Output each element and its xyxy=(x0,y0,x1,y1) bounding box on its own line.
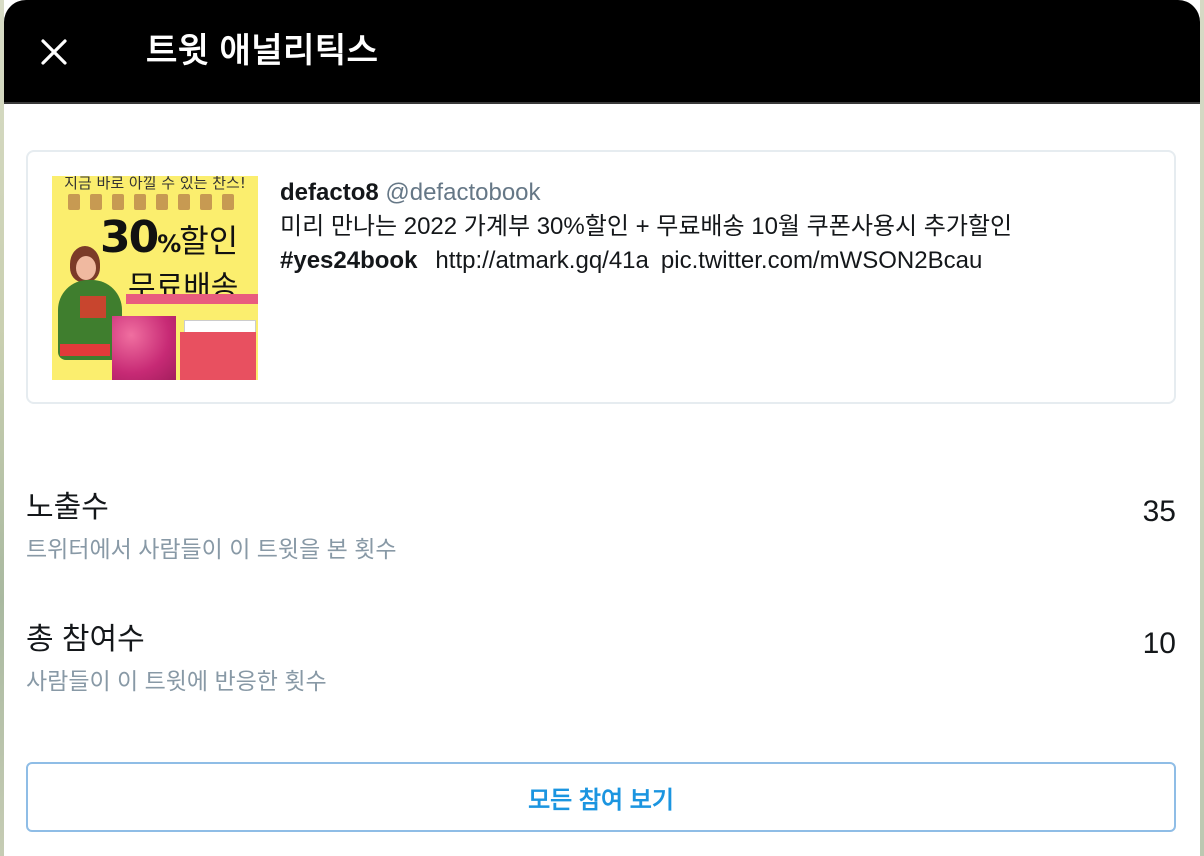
tweet-text: 미리 만나는 2022 가계부 30%할인 + 무료배송 10월 쿠폰사용시 추… xyxy=(280,210,1160,278)
modal-header: 트윗 애널리틱스 xyxy=(4,0,1200,104)
tweet-body: defacto8 @defactobook 미리 만나는 2022 가계부 30… xyxy=(280,176,1160,278)
metric-value: 10 xyxy=(1142,627,1176,660)
modal-title: 트윗 애널리틱스 xyxy=(146,32,379,70)
pic-link[interactable]: pic.twitter.com/mWSON2Bcau xyxy=(661,247,982,274)
metric-description: 트위터에서 사람들이 이 트윗을 본 횟수 xyxy=(26,536,397,562)
tweet-text-links: #yes24book http://atmark.gq/41a pic.twitte… xyxy=(280,244,1160,278)
hashtag-link[interactable]: #yes24book xyxy=(280,247,417,274)
metric-title: 총 참여수 xyxy=(26,623,145,656)
metric-value: 35 xyxy=(1142,495,1176,528)
tweet-analytics-modal: 트윗 애널리틱스 지금 바로 아낄 수 있는 찬스! 30%할인 무료배송 de… xyxy=(4,0,1200,856)
view-all-engagements-button[interactable]: 모든 참여 보기 xyxy=(26,762,1176,832)
thumbnail-discount: 30%할인 xyxy=(100,212,239,263)
close-icon xyxy=(41,39,67,65)
background-edge-right xyxy=(1200,0,1204,856)
tweet-card[interactable]: 지금 바로 아낄 수 있는 찬스! 30%할인 무료배송 defacto8 @d… xyxy=(26,150,1176,404)
tweet-media-thumbnail[interactable]: 지금 바로 아낄 수 있는 찬스! 30%할인 무료배송 xyxy=(52,176,258,380)
thumbnail-book-red xyxy=(180,332,256,380)
tweet-author: defacto8 @defactobook xyxy=(280,176,1160,210)
thumbnail-book-pink xyxy=(112,316,176,380)
author-name[interactable]: defacto8 xyxy=(280,179,379,206)
metric-title: 노출수 xyxy=(26,491,109,524)
author-handle[interactable]: @defactobook xyxy=(385,179,540,206)
thumbnail-icon-row xyxy=(68,194,248,212)
close-button[interactable] xyxy=(32,30,76,74)
url-link[interactable]: http://atmark.gq/41a xyxy=(435,247,648,274)
thumbnail-top-line: 지금 바로 아낄 수 있는 찬스! xyxy=(64,176,246,192)
metric-description: 사람들이 이 트윗에 반응한 횟수 xyxy=(26,668,327,694)
tweet-text-line: 미리 만나는 2022 가계부 30%할인 + 무료배송 10월 쿠폰사용시 추… xyxy=(280,213,1013,240)
